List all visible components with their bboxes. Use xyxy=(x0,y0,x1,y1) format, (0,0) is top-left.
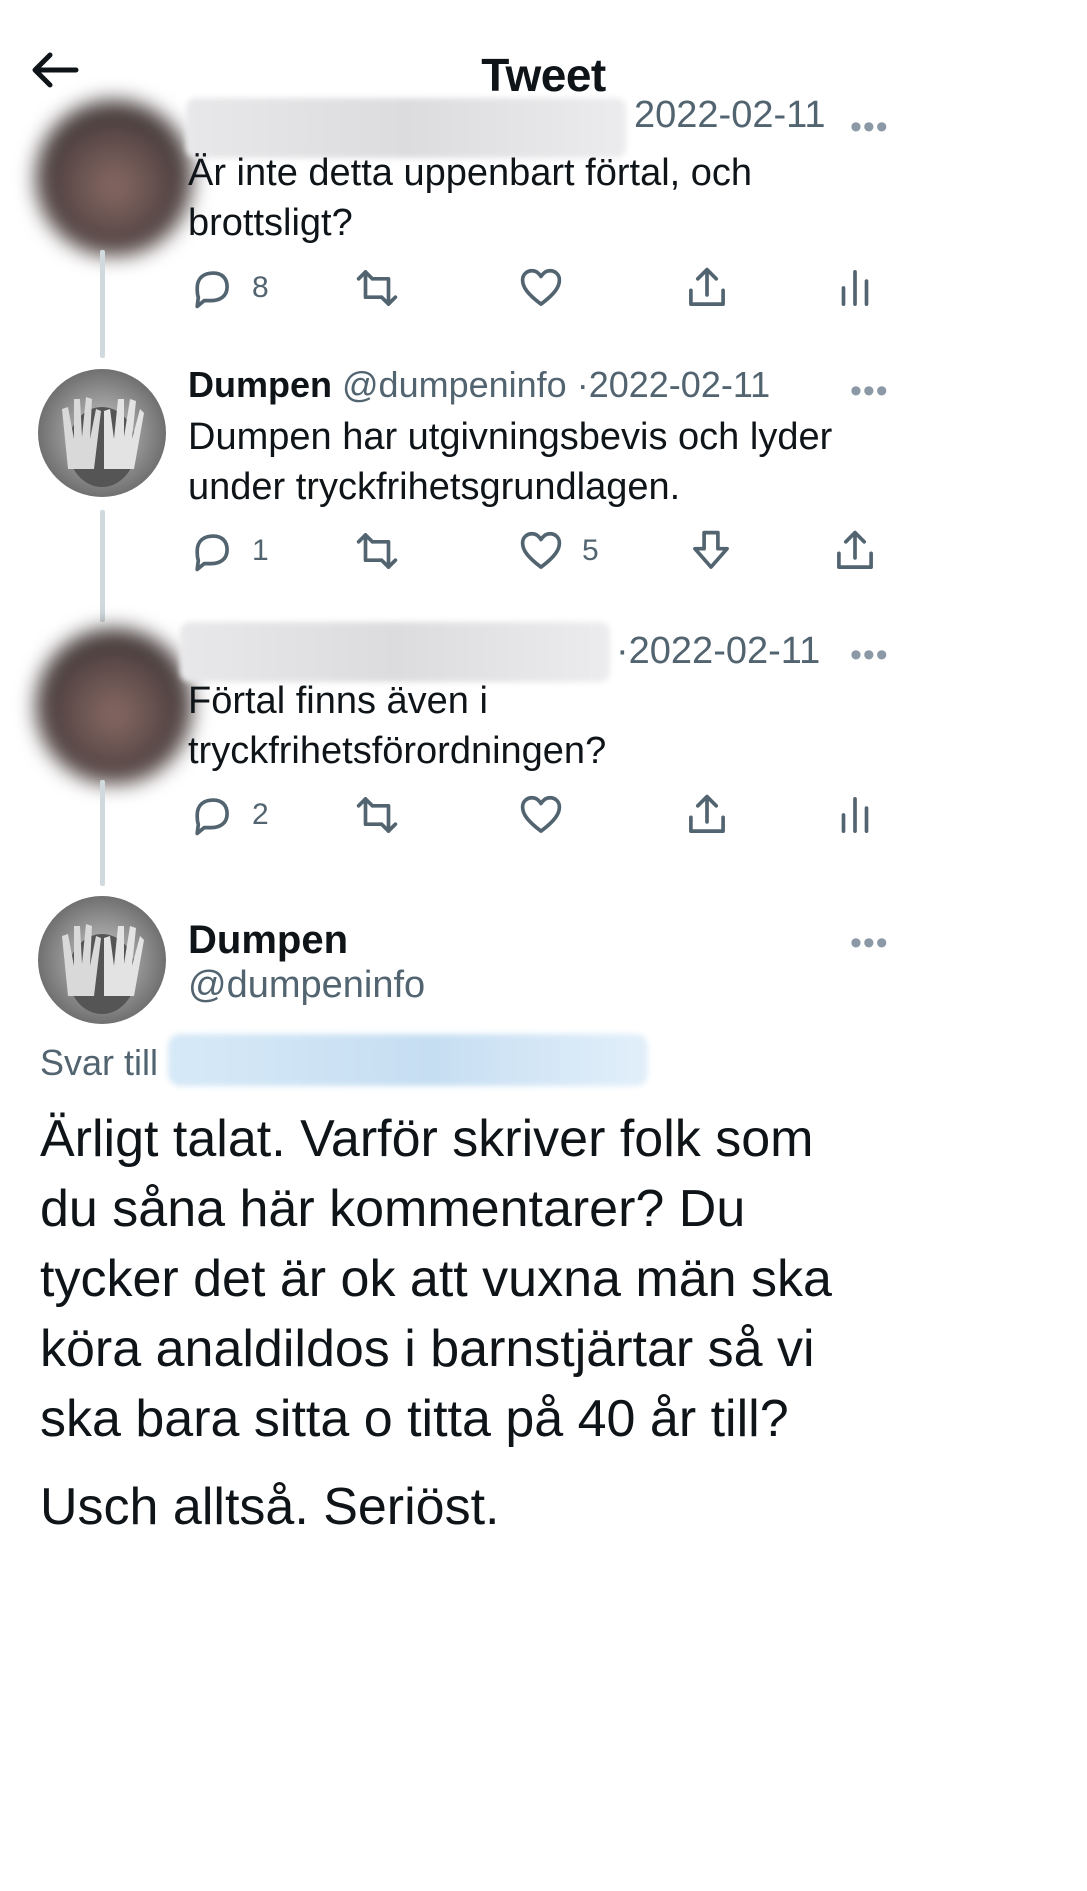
reply-icon xyxy=(195,271,229,309)
retweet-button[interactable] xyxy=(354,265,400,311)
author-handle[interactable]: @dumpeninfo xyxy=(342,364,567,405)
tweet-date[interactable]: ·2022-02-11 xyxy=(616,630,820,673)
hands-avatar-image xyxy=(62,397,144,487)
more-options-button[interactable]: ••• xyxy=(850,108,889,147)
reply-icon xyxy=(195,534,229,572)
like-button[interactable] xyxy=(518,792,564,838)
share-icon xyxy=(689,794,725,833)
downvote-button[interactable] xyxy=(688,528,734,574)
author-name[interactable]: Dumpen xyxy=(188,918,348,963)
reply-button[interactable]: 8 xyxy=(188,265,269,311)
reply-count: 8 xyxy=(252,271,269,304)
share-button[interactable] xyxy=(684,792,730,838)
more-options-button[interactable]: ••• xyxy=(850,372,889,411)
avatar[interactable] xyxy=(38,369,166,497)
main-tweet-text: Ärligt talat. Varför skriver folk som du… xyxy=(40,1110,832,1448)
reply-to-label: Svar till xyxy=(40,1042,159,1083)
separator-dot: · xyxy=(616,630,629,672)
avatar[interactable] xyxy=(38,896,166,1024)
more-options-button[interactable]: ••• xyxy=(850,924,889,963)
retweet-icon xyxy=(356,797,398,833)
tweet-text: Förtal finns även i tryckfrihetsförordni… xyxy=(188,680,607,772)
share-button[interactable] xyxy=(684,265,730,311)
share-icon xyxy=(689,267,725,306)
tweet-header: Dumpen @dumpeninfo ·2022-02-11 xyxy=(188,364,770,406)
thread-line xyxy=(100,780,105,886)
author-name[interactable]: Dumpen xyxy=(188,364,332,405)
analytics-button[interactable] xyxy=(832,792,878,838)
analytics-icon xyxy=(841,270,869,306)
reply-button[interactable]: 1 xyxy=(188,528,269,574)
tweet-date[interactable]: 2022-02-11 xyxy=(589,364,770,405)
separator-dot: · xyxy=(576,364,589,405)
reply-button[interactable]: 2 xyxy=(188,792,269,838)
retweet-button[interactable] xyxy=(354,792,400,838)
reply-count: 1 xyxy=(252,534,269,567)
more-options-button[interactable]: ••• xyxy=(850,636,889,675)
reply-icon xyxy=(195,798,229,836)
reply-count: 2 xyxy=(252,798,269,831)
retweet-icon xyxy=(356,270,398,306)
redacted-author xyxy=(180,622,610,682)
like-icon xyxy=(520,268,562,306)
avatar[interactable] xyxy=(36,100,192,256)
tweet-text: Är inte detta uppenbart förtal, och brot… xyxy=(188,152,753,244)
retweet-icon xyxy=(356,533,398,569)
analytics-button[interactable] xyxy=(832,265,878,311)
thread-line xyxy=(100,250,105,358)
like-button[interactable] xyxy=(518,265,564,311)
avatar[interactable] xyxy=(36,628,192,784)
like-icon xyxy=(520,531,562,569)
thread-line xyxy=(100,510,105,622)
share-icon xyxy=(837,530,873,569)
page-title: Tweet xyxy=(481,49,606,101)
analytics-icon xyxy=(841,797,869,833)
tweet-text: Dumpen har utgivningsbevis och lyder und… xyxy=(188,416,833,508)
redacted-reply-handles[interactable] xyxy=(168,1034,648,1086)
like-count: 5 xyxy=(582,534,599,567)
hands-avatar-image xyxy=(62,924,144,1014)
share-button[interactable] xyxy=(832,528,878,574)
author-handle[interactable]: @dumpeninfo xyxy=(188,964,425,1007)
like-icon xyxy=(520,795,562,833)
main-tweet-text-2: Usch alltså. Seriöst. xyxy=(40,1478,500,1536)
like-button[interactable]: 5 xyxy=(518,528,599,574)
tweet-date: 2022-02-11 xyxy=(634,100,826,136)
retweet-button[interactable] xyxy=(354,528,400,574)
downvote-icon xyxy=(693,530,729,569)
